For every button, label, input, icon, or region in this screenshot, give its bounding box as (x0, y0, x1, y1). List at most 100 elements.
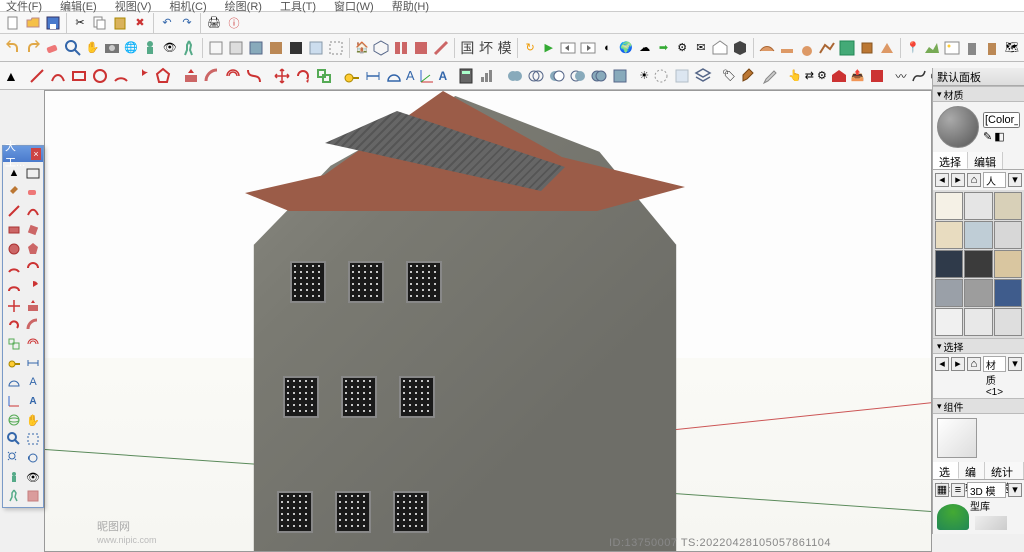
close-icon[interactable]: × (31, 148, 41, 160)
polygon-icon[interactable] (24, 240, 42, 258)
section-icon[interactable] (392, 37, 410, 59)
orbit-icon[interactable] (5, 411, 23, 429)
style-hidden-icon[interactable] (227, 37, 245, 59)
curve-tool-icon[interactable] (245, 65, 263, 87)
style-textured-icon[interactable] (267, 37, 285, 59)
position-camera-icon[interactable] (141, 37, 159, 59)
protractor-icon[interactable] (5, 373, 23, 391)
solid-trim-icon[interactable] (569, 65, 587, 87)
line-icon[interactable] (5, 202, 23, 220)
solid-outer-icon[interactable] (611, 65, 629, 87)
menu-tools[interactable]: 工具(T) (280, 0, 316, 14)
offset-icon[interactable] (24, 335, 42, 353)
paint-bucket-icon[interactable] (5, 183, 23, 201)
tab-select[interactable]: 选择 (933, 152, 968, 169)
globe-icon[interactable]: 🌍 (618, 37, 635, 59)
terrain-icon[interactable] (923, 37, 941, 59)
redo-icon[interactable] (24, 37, 42, 59)
material-swatch[interactable] (994, 192, 1022, 220)
back-edges-icon[interactable] (327, 37, 345, 59)
scale-icon[interactable] (5, 335, 23, 353)
large-toolset-panel[interactable]: 大工... × ▲ A A ✋ 👁 (2, 145, 44, 508)
axes-icon[interactable] (5, 392, 23, 410)
zoom-extents-icon[interactable] (5, 449, 23, 467)
mail-icon[interactable]: ✉ (692, 37, 709, 59)
look-around-icon[interactable]: 👁 (161, 37, 178, 59)
panel-titlebar[interactable]: 大工... × (3, 146, 43, 162)
material-swatch[interactable] (935, 308, 963, 336)
zh-tool-1-icon[interactable]: 国 (459, 37, 476, 59)
polygon-icon[interactable] (154, 65, 172, 87)
menu-view[interactable]: 视图(V) (115, 0, 152, 14)
tab-comp-stats[interactable]: 统计信息 (985, 462, 1024, 479)
new-file-icon[interactable] (4, 14, 22, 32)
stats-icon[interactable] (478, 65, 496, 87)
rotate-icon[interactable] (5, 316, 23, 334)
materials-section-header[interactable]: 材质 (933, 86, 1024, 102)
image-icon[interactable] (943, 37, 961, 59)
camera-icon[interactable] (103, 37, 121, 59)
zh-tool-3-icon[interactable]: 模 (496, 37, 513, 59)
arrow-right-icon[interactable]: ➡ (655, 37, 672, 59)
3d-text-icon[interactable]: A (439, 65, 448, 87)
sandbox-7-icon[interactable] (878, 37, 896, 59)
zh-tool-2-icon[interactable]: 坏 (478, 37, 495, 59)
zoom-window-icon[interactable] (24, 430, 42, 448)
material-swatch[interactable] (935, 221, 963, 249)
arc-icon[interactable] (5, 259, 23, 277)
style-xray-icon[interactable] (307, 37, 325, 59)
menu-file[interactable]: 文件(F) (6, 0, 42, 14)
section-plane-icon[interactable] (24, 487, 42, 505)
material-swatch[interactable] (935, 192, 963, 220)
solid-split-icon[interactable] (590, 65, 608, 87)
push-pull-icon[interactable] (182, 65, 200, 87)
circle-icon[interactable] (5, 240, 23, 258)
home-mat-icon[interactable]: ⌂ (967, 173, 981, 187)
tab-edit[interactable]: 编辑 (968, 152, 1003, 169)
line-icon[interactable] (28, 65, 46, 87)
zoom-icon[interactable] (64, 37, 82, 59)
settings-icon[interactable]: ⚙ (674, 37, 691, 59)
material-swatch[interactable] (994, 250, 1022, 278)
pie-icon[interactable] (133, 65, 151, 87)
share-icon[interactable]: 📤 (851, 65, 865, 87)
home-icon[interactable]: ⌂ (967, 357, 981, 371)
follow-me-icon[interactable] (203, 65, 221, 87)
dropdown-arrow-icon[interactable]: ▾ (1008, 173, 1022, 187)
tab-comp-select[interactable]: 选择 (933, 462, 959, 479)
location-icon[interactable]: 📍 (905, 37, 922, 59)
material-category-dropdown[interactable]: 人造表面 (983, 172, 1006, 188)
material-swatch[interactable] (964, 250, 992, 278)
tab-comp-edit[interactable]: 编辑 (959, 462, 985, 479)
menu-bar[interactable]: 文件(F) 编辑(E) 视图(V) 相机(C) 绘图(R) 工具(T) 窗口(W… (0, 0, 1024, 12)
eraser-icon[interactable] (44, 37, 62, 59)
previous-view-icon[interactable] (24, 449, 42, 467)
menu-camera[interactable]: 相机(C) (169, 0, 206, 14)
protractor-icon[interactable] (385, 65, 403, 87)
grid-view-icon[interactable]: ▦ (935, 483, 949, 497)
components-section-header[interactable]: 组件 (933, 398, 1024, 414)
select-icon[interactable]: ▲ (5, 164, 23, 182)
contrast-icon[interactable]: ◐ (599, 37, 616, 59)
freehand-icon[interactable] (24, 202, 42, 220)
material-swatch[interactable] (935, 250, 963, 278)
section-fill-icon[interactable] (412, 37, 430, 59)
back-arrow-icon[interactable]: ◂ (935, 173, 949, 187)
dc-options-icon[interactable]: ⚙ (817, 65, 827, 87)
follow-me-icon[interactable] (24, 316, 42, 334)
slideshow-back-icon[interactable] (559, 37, 577, 59)
dc-interact-icon[interactable]: 👆 (788, 65, 802, 87)
fwd-arrow-icon[interactable]: ▸ (951, 357, 965, 371)
scale-icon[interactable] (315, 65, 333, 87)
material-swatch[interactable] (994, 308, 1022, 336)
push-pull-icon[interactable] (24, 297, 42, 315)
tray-title[interactable]: 默认面板 (933, 68, 1024, 86)
home-icon[interactable]: 🏠 (354, 37, 371, 59)
rectangle-icon[interactable] (70, 65, 88, 87)
bezier-icon[interactable] (910, 65, 928, 87)
arc-icon[interactable] (112, 65, 130, 87)
3d-text-icon[interactable]: A (24, 392, 42, 410)
iso-icon[interactable] (372, 37, 390, 59)
walk-icon[interactable] (5, 487, 23, 505)
position-camera-icon[interactable] (5, 468, 23, 486)
